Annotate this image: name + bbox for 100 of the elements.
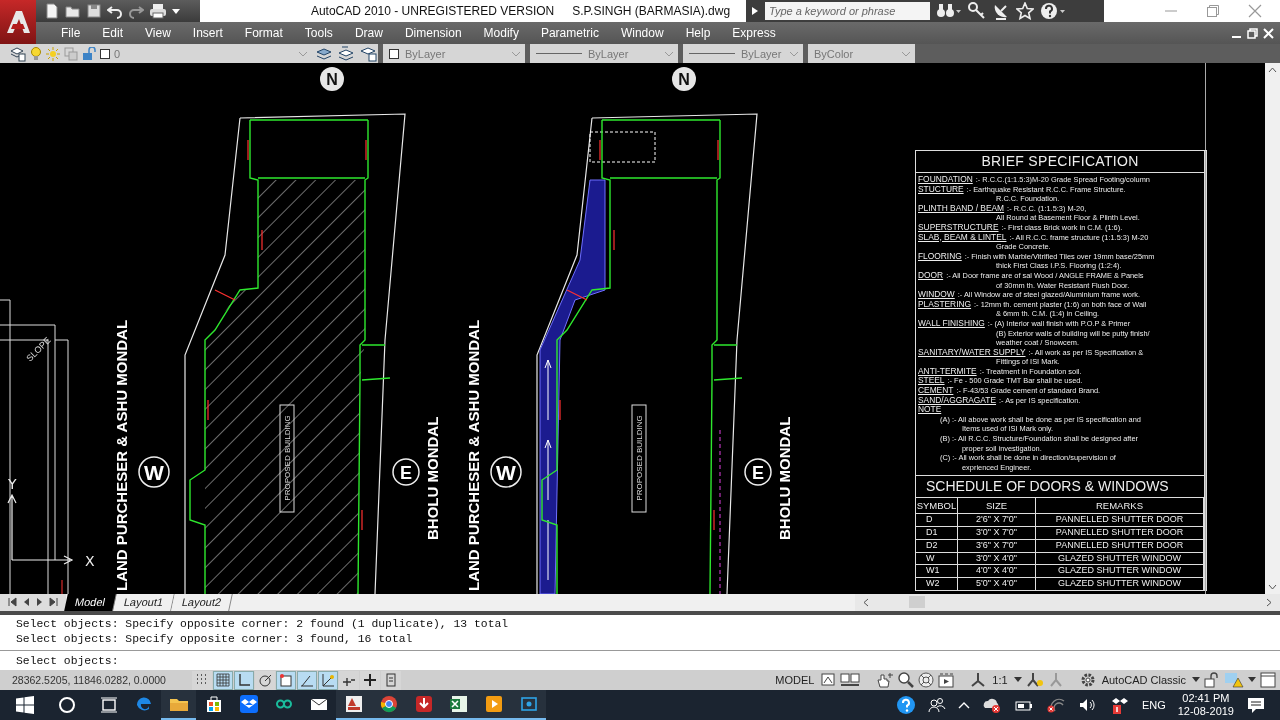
showmotion-icon[interactable] bbox=[938, 672, 955, 689]
binoculars-icon[interactable] bbox=[936, 2, 962, 20]
layer-previous-icon[interactable] bbox=[338, 45, 356, 62]
search-field[interactable]: Type a keyword or phrase bbox=[765, 2, 930, 20]
menu-item[interactable]: Window bbox=[609, 22, 675, 44]
key-icon[interactable] bbox=[968, 2, 986, 20]
clock-time[interactable]: 02:41 PM bbox=[1182, 692, 1230, 705]
scroll-down-icon[interactable] bbox=[1268, 584, 1277, 590]
menu-item[interactable]: Help bbox=[674, 22, 722, 44]
open-folder-icon[interactable] bbox=[65, 3, 81, 19]
restore-icon[interactable] bbox=[1206, 4, 1220, 18]
dropdown-arrow-icon[interactable] bbox=[1248, 677, 1256, 684]
east-marker: E bbox=[392, 458, 420, 486]
menu-item[interactable]: Modify bbox=[472, 22, 530, 44]
otrack-toggle[interactable] bbox=[297, 670, 317, 690]
save-icon[interactable] bbox=[86, 3, 102, 19]
expand-arrow-icon[interactable] bbox=[751, 6, 759, 16]
snap-toggle[interactable] bbox=[192, 670, 212, 690]
table-cell: 2'6" X 7'0" bbox=[958, 514, 1036, 528]
volume-icon[interactable] bbox=[1077, 697, 1098, 713]
scroll-up-icon[interactable] bbox=[1268, 67, 1277, 73]
osnap-toggle[interactable] bbox=[276, 670, 296, 690]
layout-tab[interactable]: Layout1 bbox=[113, 594, 175, 611]
scroll-right-icon[interactable] bbox=[1266, 597, 1272, 607]
horizontal-scrollbar[interactable] bbox=[855, 594, 1280, 611]
scroll-left-icon[interactable] bbox=[863, 597, 869, 607]
steering-wheel-icon[interactable] bbox=[918, 672, 935, 689]
taskbar-button[interactable] bbox=[336, 690, 371, 720]
polar-toggle[interactable] bbox=[255, 670, 275, 690]
undo-icon[interactable] bbox=[107, 3, 123, 19]
chevron-up-icon[interactable] bbox=[957, 700, 970, 710]
search-circle-icon[interactable] bbox=[58, 696, 76, 714]
dropdown-arrow-icon[interactable] bbox=[1192, 677, 1200, 684]
plot-style-dropdown[interactable]: ByColor bbox=[808, 44, 915, 63]
input-language[interactable]: ENG bbox=[1141, 699, 1166, 711]
lineweight-dropdown[interactable]: ByLayer bbox=[683, 44, 803, 63]
layer-properties-icon[interactable] bbox=[10, 45, 26, 62]
linetype-dropdown[interactable]: ByLayer bbox=[530, 44, 678, 63]
menu-item[interactable]: Parametric bbox=[529, 22, 610, 44]
gear-icon[interactable] bbox=[1079, 672, 1096, 689]
scroll-thumb[interactable] bbox=[909, 596, 925, 609]
workspace-dropdown[interactable]: AutoCAD Classic bbox=[1099, 674, 1188, 687]
layout-tab[interactable]: Layout2 bbox=[171, 594, 234, 611]
menu-item[interactable]: File bbox=[50, 22, 92, 44]
table-cell: GLAZED SHUTTER WINDOW bbox=[1036, 552, 1204, 566]
menu-item[interactable]: View bbox=[134, 22, 182, 44]
star-icon[interactable] bbox=[1016, 2, 1034, 20]
application-menu-button[interactable] bbox=[0, 0, 36, 44]
menu-item[interactable]: Express bbox=[721, 22, 787, 44]
west-marker: W bbox=[490, 456, 522, 488]
annotation-scale-dropdown[interactable]: 1:1 bbox=[990, 674, 1010, 687]
taskbar-button[interactable] bbox=[161, 690, 196, 720]
wifi-error-icon[interactable] bbox=[1045, 697, 1066, 713]
menu-item[interactable]: Insert bbox=[181, 22, 234, 44]
clock-date[interactable]: 12-08-2019 bbox=[1177, 705, 1234, 718]
new-file-icon[interactable] bbox=[44, 3, 60, 19]
ucs-axis-icon bbox=[7, 493, 74, 565]
satellite-dish-icon[interactable] bbox=[992, 2, 1010, 20]
redo-icon[interactable] bbox=[128, 3, 144, 19]
pan-hand-icon[interactable] bbox=[876, 672, 895, 689]
unlock-icon[interactable] bbox=[1204, 672, 1220, 689]
cloud-error-icon[interactable] bbox=[981, 697, 1002, 713]
help-icon[interactable] bbox=[1040, 2, 1066, 20]
quick-view-layouts-icon[interactable] bbox=[820, 672, 837, 689]
annotation-visibility-icon[interactable] bbox=[1025, 672, 1044, 689]
make-current-layer-icon[interactable] bbox=[316, 45, 334, 62]
layout-tab[interactable]: Model bbox=[64, 594, 117, 611]
capture-icon bbox=[518, 694, 539, 714]
clean-screen-icon[interactable] bbox=[1260, 672, 1276, 689]
zoom-icon[interactable] bbox=[898, 672, 915, 689]
qp-toggle[interactable] bbox=[381, 670, 401, 690]
print-icon[interactable] bbox=[149, 3, 167, 19]
y-axis-label: Y bbox=[8, 476, 17, 492]
vertical-scrollbar[interactable] bbox=[1265, 63, 1280, 594]
grid-toggle[interactable] bbox=[213, 670, 233, 690]
menu-item[interactable]: Dimension bbox=[393, 22, 473, 44]
layer-state-icon[interactable] bbox=[360, 45, 378, 62]
model-space-button[interactable]: MODEL bbox=[773, 674, 817, 687]
dropdown-arrow-icon[interactable] bbox=[1013, 677, 1022, 684]
menu-item[interactable]: Format bbox=[233, 22, 294, 44]
last-tab-icon[interactable] bbox=[48, 596, 60, 609]
ducs-toggle[interactable] bbox=[318, 670, 338, 690]
task-view-icon[interactable] bbox=[100, 696, 118, 714]
menu-item[interactable]: Draw bbox=[343, 22, 394, 44]
lwt-toggle[interactable] bbox=[360, 670, 380, 690]
windows-start-icon[interactable] bbox=[16, 696, 34, 714]
color-dropdown[interactable]: ByLayer bbox=[383, 44, 525, 63]
menu-item[interactable]: Edit bbox=[91, 22, 135, 44]
menu-item[interactable]: Tools bbox=[293, 22, 344, 44]
annotation-scale-icon[interactable] bbox=[970, 672, 987, 689]
people-icon[interactable] bbox=[927, 697, 946, 713]
first-tab-icon[interactable] bbox=[6, 596, 18, 609]
close-icon[interactable] bbox=[1248, 4, 1262, 18]
taskbar-button[interactable] bbox=[511, 690, 546, 720]
ortho-toggle[interactable] bbox=[234, 670, 254, 690]
dyn-toggle[interactable] bbox=[339, 670, 359, 690]
quick-view-drawings-icon[interactable] bbox=[840, 672, 861, 689]
notification-icon[interactable] bbox=[1246, 695, 1266, 715]
restore-icon[interactable] bbox=[1247, 27, 1258, 39]
help-icon[interactable] bbox=[895, 695, 916, 715]
